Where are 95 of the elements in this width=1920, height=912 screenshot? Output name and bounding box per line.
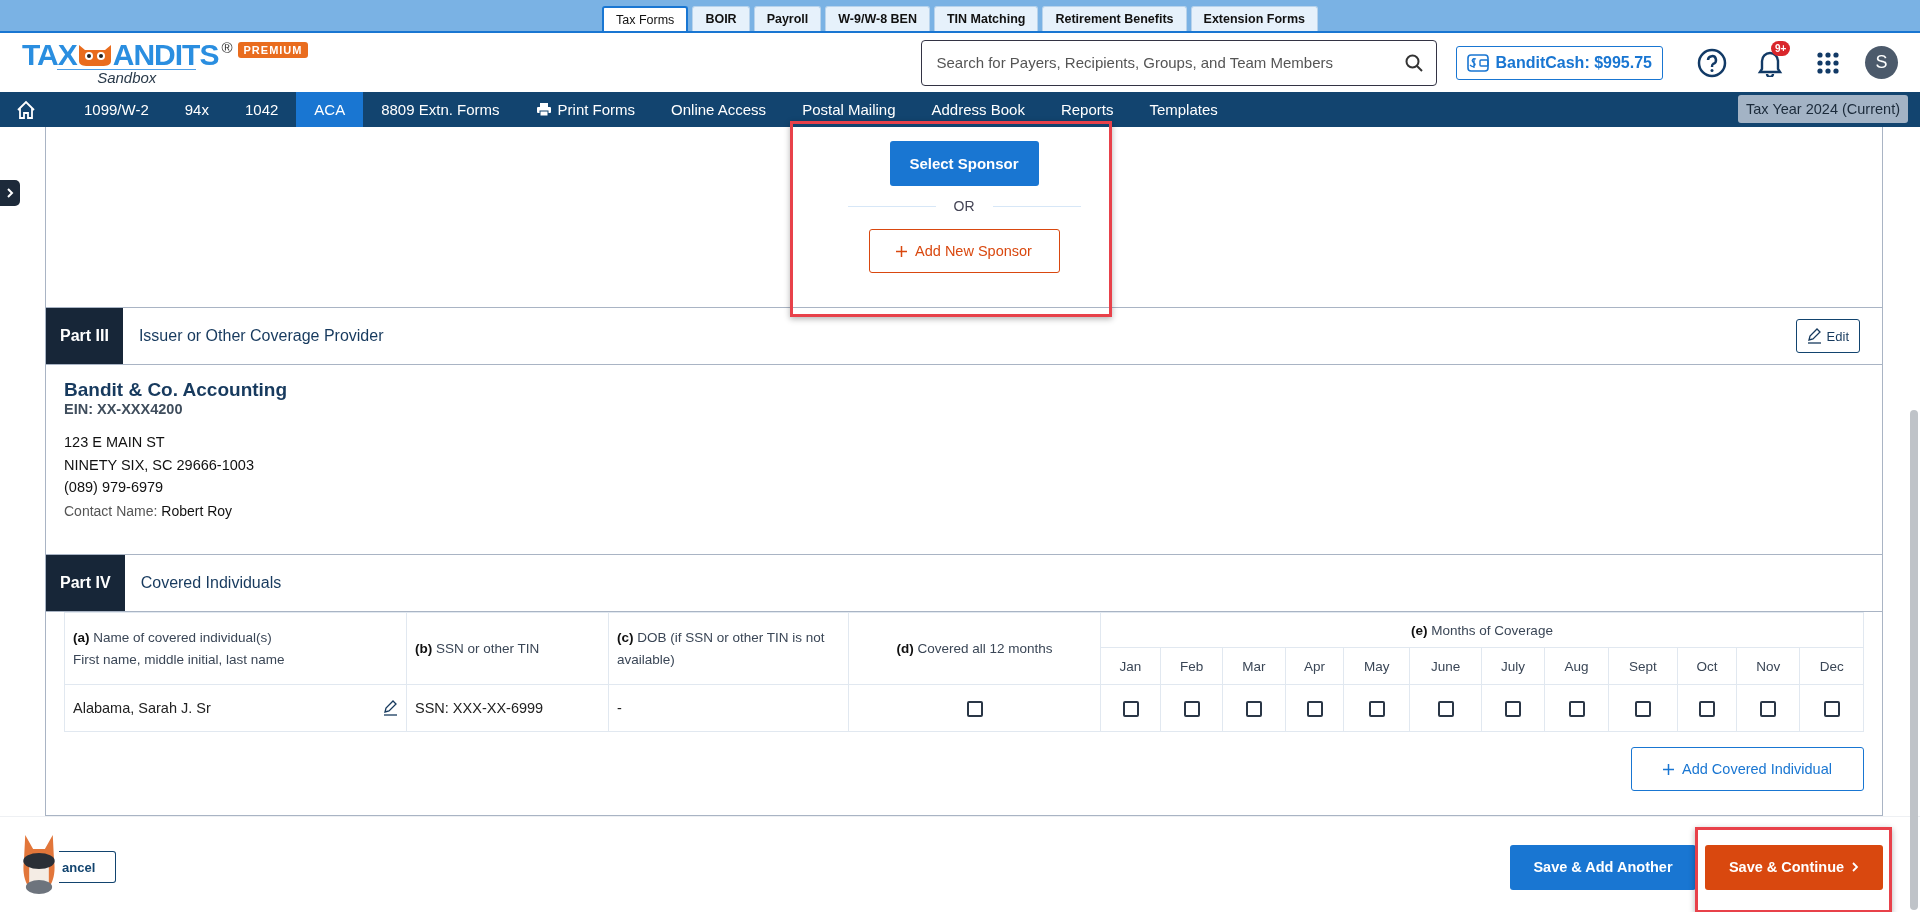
checkbox[interactable] xyxy=(1760,700,1777,717)
nav-item[interactable]: Reports xyxy=(1042,92,1132,127)
month-header: Mar xyxy=(1242,658,1266,674)
table-cell: SSN: XXX-XX-6999 xyxy=(415,700,544,716)
help-icon[interactable] xyxy=(1697,47,1727,78)
checkbox[interactable] xyxy=(1122,700,1139,717)
top-tab[interactable]: W-9/W-8 BEN xyxy=(825,6,930,31)
nav-item[interactable]: Print Forms xyxy=(517,92,654,127)
search-icon xyxy=(1405,53,1424,72)
contact-name: Contact Name: Robert Roy xyxy=(64,502,234,519)
top-tab[interactable]: Tax Forms xyxy=(602,6,689,31)
column-header: (b) SSN or other TIN xyxy=(415,641,540,656)
scrollbar[interactable] xyxy=(1910,410,1918,910)
column-header: (e) Months of Coverage xyxy=(1411,622,1553,638)
checkbox[interactable] xyxy=(1505,700,1522,717)
column-header: First name, middle initial, last name xyxy=(73,650,286,669)
chevron-icon xyxy=(6,188,14,198)
nav-item[interactable]: Templates xyxy=(1131,92,1236,127)
nav-item[interactable]: ACA xyxy=(296,92,364,127)
checkbox[interactable] xyxy=(1306,700,1323,717)
plus-icon xyxy=(1663,763,1675,775)
save-add-another-button[interactable]: Save & Add Another xyxy=(1510,844,1696,890)
nav-item[interactable]: Postal Mailing xyxy=(784,92,914,127)
table-cell: Alabama, Sarah J. Sr xyxy=(73,700,211,716)
table-cell: - xyxy=(617,700,622,716)
checkbox[interactable] xyxy=(1368,700,1385,717)
nav-item[interactable]: 1042 xyxy=(226,92,297,127)
checkbox[interactable] xyxy=(1437,700,1454,717)
pencil-icon[interactable] xyxy=(1806,328,1822,344)
logo-subtitle: Sandbox xyxy=(57,68,197,86)
save-continue-button[interactable]: Save & Continue xyxy=(1705,844,1883,890)
or-separator-text: OR xyxy=(953,198,975,214)
search-field[interactable]: Search for Payers, Recipients, Groups, and Team Members xyxy=(921,39,1438,86)
month-header: Sept xyxy=(1629,658,1657,674)
address-line: (089) 979-6979 xyxy=(64,478,165,497)
top-tab[interactable]: Payroll xyxy=(753,6,822,31)
mascot-eyes-icon xyxy=(76,42,113,67)
month-header: Apr xyxy=(1304,658,1326,674)
nav-item[interactable]: 1099/W-2 xyxy=(66,92,167,127)
nav-item[interactable]: Online Access xyxy=(653,92,785,127)
section-title: Covered Individuals xyxy=(139,573,283,593)
checkbox[interactable] xyxy=(1699,700,1716,717)
nav-item[interactable]: 8809 Extn. Forms xyxy=(363,92,518,127)
month-header: July xyxy=(1501,658,1526,674)
top-tab[interactable]: Retirement Benefits xyxy=(1042,6,1187,31)
section-title: Issuer or Other Coverage Provider xyxy=(137,326,385,346)
add-covered-individual-button[interactable]: Add Covered Individual xyxy=(1631,747,1864,791)
premium-badge: PREMIUM xyxy=(237,41,309,58)
month-header: Feb xyxy=(1180,658,1204,674)
nav-item[interactable]: 94x xyxy=(166,92,227,127)
part-label: Part IV xyxy=(46,555,125,611)
month-header: Jan xyxy=(1119,658,1142,674)
add-sponsor-button[interactable]: Add New Sponsor xyxy=(868,229,1060,273)
checkbox[interactable] xyxy=(1823,700,1840,717)
checkbox[interactable] xyxy=(1634,700,1651,717)
nav-item[interactable]: Address Book xyxy=(913,92,1043,127)
home-icon[interactable] xyxy=(16,99,36,120)
apps-grid-icon[interactable] xyxy=(1817,51,1839,74)
checkbox[interactable] xyxy=(1568,700,1585,717)
plus-icon xyxy=(896,245,908,257)
logo-text: ANDITS xyxy=(112,39,219,70)
bandit-cash-button[interactable]: BanditCash: $995.75 xyxy=(1456,45,1663,80)
pencil-icon[interactable] xyxy=(383,700,398,716)
checkbox[interactable] xyxy=(1183,700,1200,717)
column-header: (d) Covered all 12 months xyxy=(896,641,1053,656)
edit-button[interactable]: Edit xyxy=(1795,319,1860,353)
checkbox[interactable] xyxy=(1245,700,1262,717)
logo-text: TAX xyxy=(22,39,77,70)
month-header: Dec xyxy=(1819,658,1844,674)
tax-year-selector[interactable]: Tax Year 2024 (Current) xyxy=(1738,95,1908,123)
top-tab[interactable]: TIN Matching xyxy=(934,6,1039,31)
month-header: May xyxy=(1364,658,1390,674)
expand-tab[interactable] xyxy=(0,180,20,206)
column-header: (c) DOB (if SSN or other TIN is not available) xyxy=(617,629,825,667)
wallet-icon xyxy=(1467,53,1490,72)
chevron-icon xyxy=(1852,862,1860,872)
printer-icon xyxy=(535,102,552,117)
notification-badge: 9+ xyxy=(1771,40,1791,56)
column-header: (a) Name of covered individual(s) xyxy=(73,628,273,647)
cancel-button[interactable]: ancel xyxy=(59,851,116,883)
checkbox[interactable] xyxy=(966,700,983,717)
address-line: NINETY SIX, SC 29666-1003 xyxy=(64,455,255,475)
user-avatar[interactable]: S xyxy=(1865,46,1898,79)
part-label: Part III xyxy=(46,308,123,364)
month-header: June xyxy=(1430,658,1461,674)
registered-mark: ® xyxy=(221,39,232,55)
address-line: 123 E MAIN ST xyxy=(64,433,166,452)
month-header: Oct xyxy=(1696,658,1718,674)
month-header: Nov xyxy=(1756,658,1781,674)
top-tab[interactable]: BOIR xyxy=(692,6,750,31)
month-header: Aug xyxy=(1564,658,1589,674)
select-sponsor-button[interactable]: Select Sponsor xyxy=(889,141,1039,186)
issuer-ein: EIN: XX-XXX4200 xyxy=(64,401,184,417)
issuer-name: Bandit & Co. Accounting xyxy=(64,379,289,401)
top-tab[interactable]: Extension Forms xyxy=(1190,6,1318,31)
